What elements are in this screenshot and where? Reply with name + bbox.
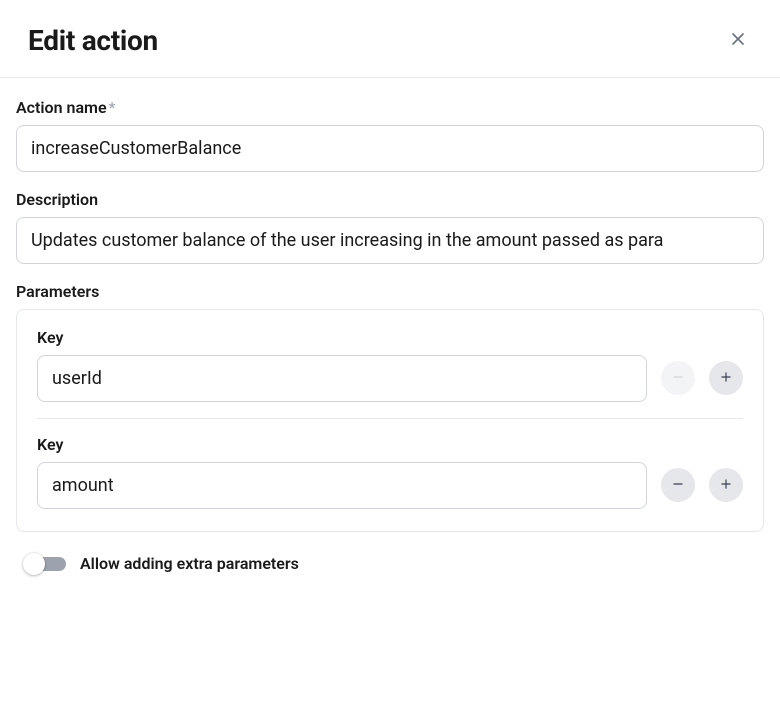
description-label: Description bbox=[16, 190, 764, 209]
toggle-knob bbox=[23, 553, 45, 575]
plus-icon bbox=[719, 368, 733, 389]
parameter-key-label: Key bbox=[37, 328, 647, 347]
parameter-key-input[interactable] bbox=[37, 462, 647, 509]
action-name-input[interactable] bbox=[16, 125, 764, 172]
parameters-label: Parameters bbox=[16, 282, 764, 301]
required-marker: * bbox=[109, 98, 116, 117]
description-input[interactable] bbox=[16, 217, 764, 264]
parameter-row: Key bbox=[37, 312, 743, 418]
action-name-field: Action name* bbox=[16, 98, 764, 172]
add-parameter-button[interactable] bbox=[709, 468, 743, 502]
remove-parameter-button bbox=[661, 361, 695, 395]
extra-parameters-toggle[interactable] bbox=[24, 557, 66, 571]
dialog-header: Edit action bbox=[0, 0, 780, 78]
action-name-label: Action name* bbox=[16, 98, 764, 117]
parameters-container: Key Key bbox=[16, 309, 764, 532]
add-parameter-button[interactable] bbox=[709, 361, 743, 395]
minus-icon bbox=[671, 368, 685, 389]
parameter-key-label: Key bbox=[37, 435, 647, 454]
dialog-content: Action name* Description Parameters Key bbox=[0, 78, 780, 601]
extra-parameters-row: Allow adding extra parameters bbox=[24, 554, 764, 573]
description-field: Description bbox=[16, 190, 764, 264]
parameter-row: Key bbox=[37, 418, 743, 525]
remove-parameter-button[interactable] bbox=[661, 468, 695, 502]
parameter-key-field: Key bbox=[37, 328, 647, 402]
close-icon bbox=[728, 29, 748, 52]
minus-icon bbox=[671, 475, 685, 496]
dialog-title: Edit action bbox=[28, 24, 158, 57]
plus-icon bbox=[719, 475, 733, 496]
parameter-key-input[interactable] bbox=[37, 355, 647, 402]
parameter-key-field: Key bbox=[37, 435, 647, 509]
extra-parameters-label: Allow adding extra parameters bbox=[80, 554, 299, 573]
parameters-section: Parameters Key bbox=[16, 282, 764, 532]
close-button[interactable] bbox=[724, 25, 752, 56]
